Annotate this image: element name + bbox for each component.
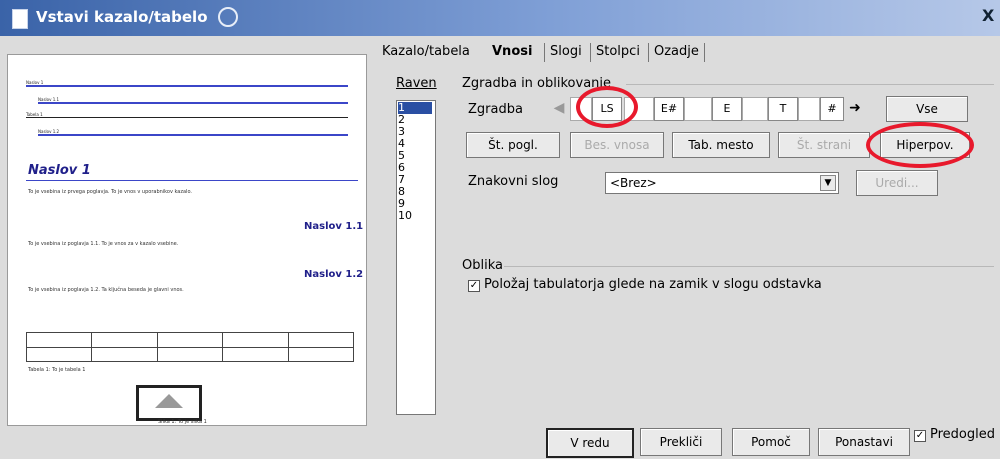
preview-image bbox=[136, 385, 202, 421]
arrow-left-icon[interactable]: ◀ bbox=[550, 97, 568, 119]
toc-line bbox=[38, 102, 348, 104]
toc-line bbox=[38, 134, 348, 136]
level-list[interactable]: 1 2 3 4 5 6 7 8 9 10 bbox=[396, 100, 436, 415]
format-group-label: Oblika bbox=[462, 258, 503, 273]
tab-separator bbox=[704, 43, 705, 62]
close-icon[interactable]: X bbox=[982, 6, 1000, 30]
token-t[interactable]: T bbox=[768, 97, 798, 121]
tab-separator bbox=[590, 43, 591, 62]
tab-ozadje[interactable]: Ozadje bbox=[654, 44, 699, 59]
preview-heading-1-1: Naslov 1.1 bbox=[304, 221, 364, 232]
structure-label: Zgradba bbox=[468, 102, 523, 117]
cancel-button[interactable]: Prekliči bbox=[640, 428, 722, 456]
tab-slogi[interactable]: Slogi bbox=[550, 44, 582, 59]
help-button[interactable]: Pomoč bbox=[732, 428, 810, 456]
entry-text-button[interactable]: Bes. vnosa bbox=[570, 132, 664, 158]
token-e[interactable]: E bbox=[712, 97, 742, 121]
preview-paragraph: To je vsebina iz prvega poglavja. To je … bbox=[28, 189, 193, 195]
app-icon bbox=[12, 9, 28, 29]
table-caption: Tabela 1: To je tabela 1 bbox=[28, 367, 86, 373]
chapter-number-button[interactable]: Št. pogl. bbox=[466, 132, 560, 158]
document-preview: Naslov 1 Naslov 1.1 Tabela 1 Naslov 1.2 … bbox=[7, 54, 367, 426]
toc-entry: Naslov 1.2 bbox=[38, 129, 60, 134]
tab-kazalo-tabela[interactable]: Kazalo/tabela bbox=[382, 44, 470, 59]
tab-position-checkbox[interactable]: ✓ bbox=[468, 280, 480, 292]
toc-entry: Naslov 1.1 bbox=[38, 97, 60, 102]
edit-style-button[interactable]: Uredi... bbox=[856, 170, 938, 196]
toc-line bbox=[26, 117, 348, 118]
preview-checkbox-label: Predogled bbox=[930, 427, 995, 442]
char-style-label: Znakovni slog bbox=[468, 174, 559, 189]
all-button[interactable]: Vse bbox=[886, 96, 968, 122]
preview-heading-1: Naslov 1 bbox=[28, 163, 91, 178]
tab-separator bbox=[544, 43, 545, 62]
preview-paragraph: To je vsebina iz poglavja 1.2. Ta ključn… bbox=[28, 287, 184, 293]
tab-vnosi[interactable]: Vnosi bbox=[492, 44, 532, 59]
group-divider bbox=[504, 266, 994, 267]
token-hash[interactable]: # bbox=[820, 97, 844, 121]
ok-button[interactable]: V redu bbox=[546, 428, 634, 458]
tab-position-label: Položaj tabulatorja glede na zamik v slo… bbox=[484, 277, 822, 292]
preview-heading-1-2: Naslov 1.2 bbox=[304, 269, 364, 280]
level-item[interactable]: 10 bbox=[398, 210, 432, 222]
preview-paragraph: To je vsebina iz poglavja 1.1. To je vno… bbox=[28, 241, 179, 247]
preview-checkbox[interactable]: ✓ bbox=[914, 430, 926, 442]
structure-field[interactable] bbox=[742, 97, 768, 121]
tab-stolpci[interactable]: Stolpci bbox=[596, 44, 640, 59]
heading-underline bbox=[26, 180, 358, 181]
reset-button[interactable]: Ponastavi bbox=[818, 428, 910, 456]
page-number-button[interactable]: Št. strani bbox=[778, 132, 870, 158]
title-bar[interactable]: Vstavi kazalo/tabelo X bbox=[0, 0, 1000, 36]
highlight-circle bbox=[576, 86, 638, 128]
token-e-hash[interactable]: E# bbox=[654, 97, 684, 121]
toc-line bbox=[26, 85, 348, 87]
toc-entry: Tabela 1 bbox=[26, 112, 43, 117]
arrow-right-icon[interactable]: ➜ bbox=[846, 97, 864, 119]
chevron-down-icon[interactable]: ▼ bbox=[820, 175, 836, 191]
toc-entry: Naslov 1 bbox=[26, 80, 44, 85]
preview-table bbox=[25, 332, 355, 362]
group-divider bbox=[626, 84, 994, 85]
structure-field[interactable] bbox=[798, 97, 820, 121]
level-label: Raven bbox=[396, 76, 437, 91]
structure-field[interactable] bbox=[684, 97, 712, 121]
char-style-select[interactable]: <Brez> ▼ bbox=[605, 172, 839, 194]
window-title: Vstavi kazalo/tabelo bbox=[36, 8, 208, 26]
highlight-circle bbox=[866, 122, 974, 168]
tab-stop-button[interactable]: Tab. mesto bbox=[672, 132, 770, 158]
tab-separator bbox=[648, 43, 649, 62]
char-style-value: <Brez> bbox=[610, 176, 657, 190]
rollup-icon[interactable] bbox=[218, 7, 238, 27]
